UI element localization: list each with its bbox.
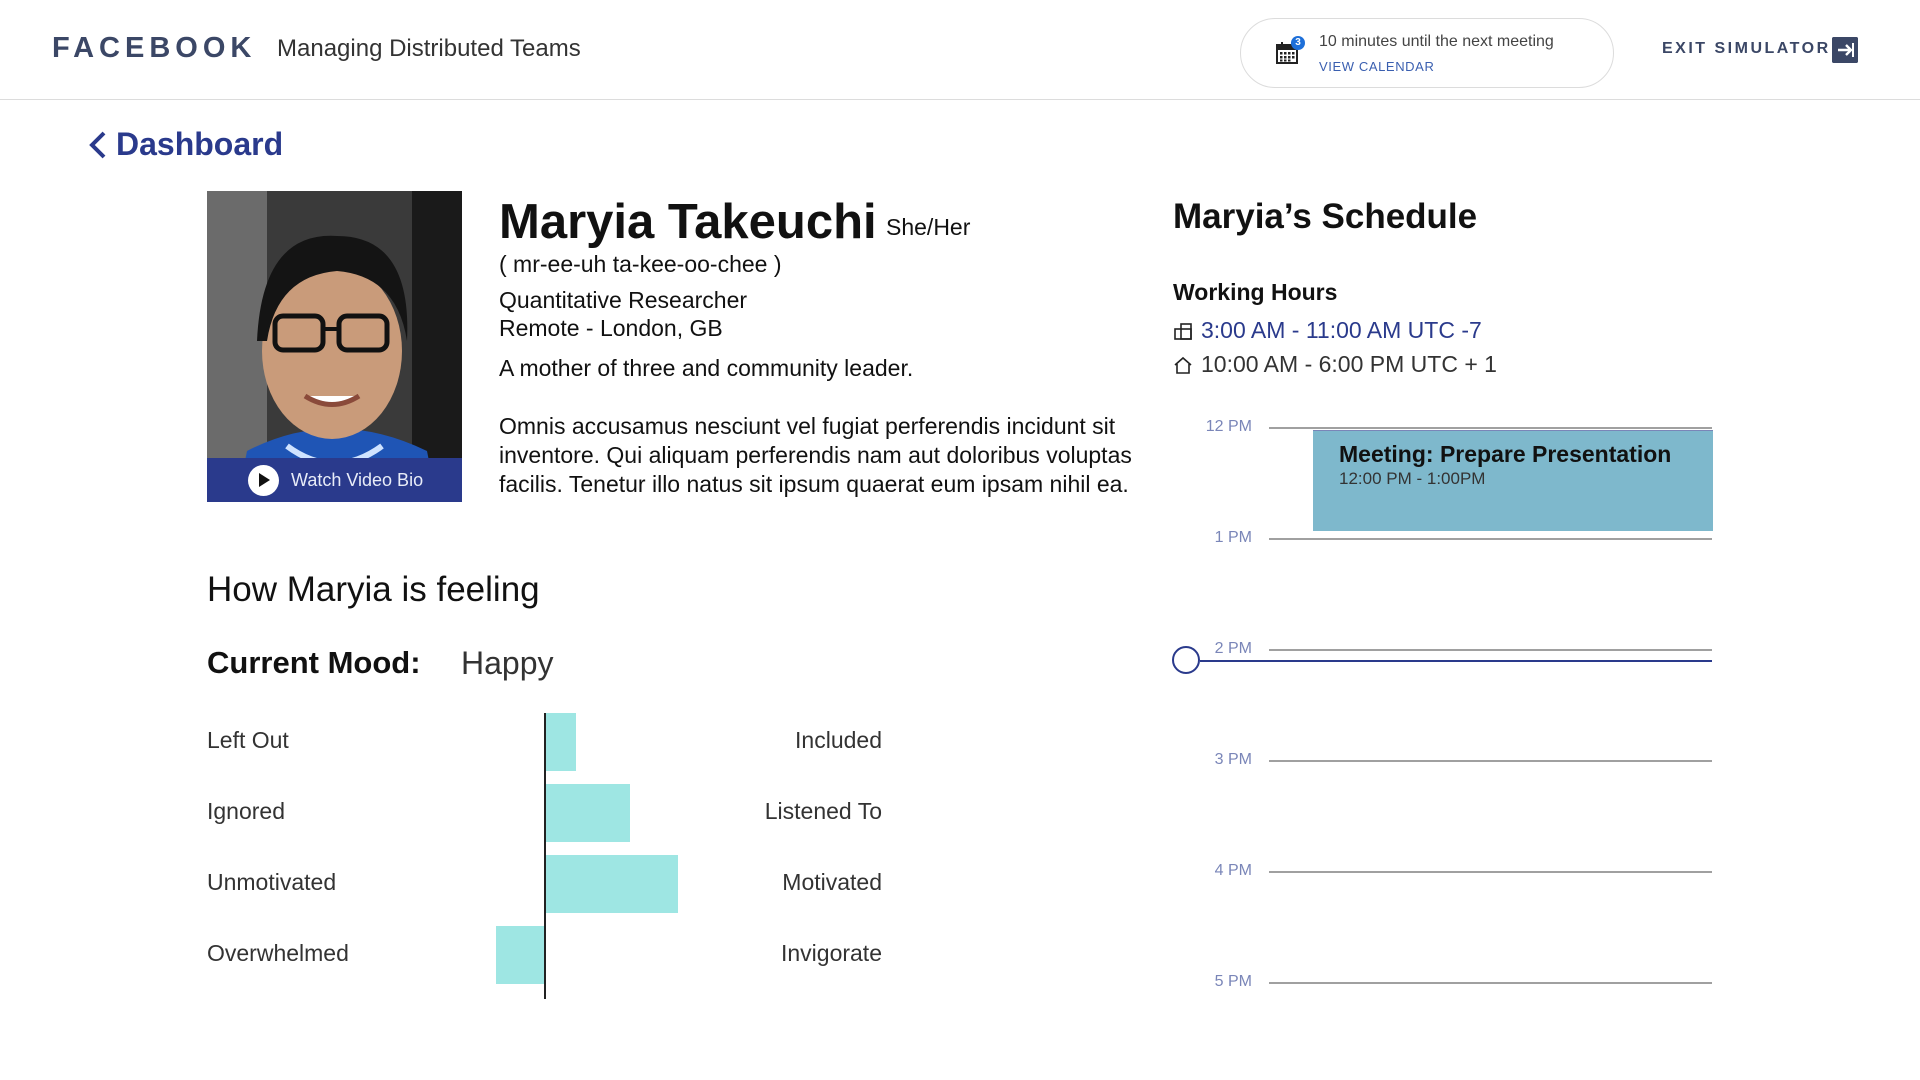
meeting-event[interactable]: Meeting: Prepare Presentation 12:00 PM -… bbox=[1313, 430, 1713, 531]
hour-label: 5 PM bbox=[1214, 973, 1252, 990]
profile-name: Maryia Takeuchi bbox=[499, 195, 877, 249]
current-time-line bbox=[1200, 660, 1712, 663]
exit-simulator-button[interactable]: EXIT SIMULATOR bbox=[1662, 40, 1831, 58]
scale-left-label: Overwhelmed bbox=[207, 940, 349, 966]
schedule-heading: Maryia’s Schedule bbox=[1173, 197, 1478, 236]
hour-label: 1 PM bbox=[1214, 529, 1252, 546]
meeting-time: 12:00 PM - 1:00PM bbox=[1339, 469, 1486, 488]
play-icon bbox=[248, 464, 279, 496]
home-icon bbox=[1174, 356, 1192, 374]
hour-gridline bbox=[1269, 649, 1712, 651]
feeling-heading: How Maryia is feeling bbox=[207, 570, 540, 609]
scale-left-label: Ignored bbox=[207, 798, 286, 824]
view-calendar-link[interactable]: VIEW CALENDAR bbox=[1319, 59, 1434, 74]
profile-photo: Watch Video Bio bbox=[207, 191, 462, 502]
scale-right-label: Listened To bbox=[764, 798, 882, 824]
next-meeting-notice[interactable]: 3 10 minutes until the next meeting VIEW… bbox=[1240, 18, 1614, 88]
back-to-dashboard-link[interactable]: Dashboard bbox=[88, 126, 283, 163]
meeting-title: Meeting: Prepare Presentation bbox=[1339, 441, 1672, 467]
video-bio-label: Watch Video Bio bbox=[291, 469, 424, 490]
pronouns: She/Her bbox=[886, 214, 971, 240]
hour-gridline bbox=[1269, 982, 1712, 984]
top-bar: FACEBOOK Managing Distributed Teams 3 10… bbox=[0, 0, 1920, 100]
mood-axis-line bbox=[544, 713, 546, 999]
hour-gridline bbox=[1269, 760, 1712, 762]
app-title: Managing Distributed Teams bbox=[277, 35, 581, 62]
office-hours: 3:00 AM - 11:00 AM UTC -7 bbox=[1173, 317, 1482, 344]
hour-label: 4 PM bbox=[1214, 862, 1252, 879]
hour-gridline bbox=[1269, 427, 1712, 429]
name-pronunciation: ( mr-ee-uh ta-kee-oo-chee ) bbox=[499, 251, 782, 277]
scale-right-label: Invigorate bbox=[780, 940, 882, 966]
mood-bar bbox=[496, 926, 544, 984]
home-hours-text: 10:00 AM - 6:00 PM UTC + 1 bbox=[1201, 351, 1497, 377]
hour-gridline bbox=[1269, 538, 1712, 540]
tagline: A mother of three and community leader. bbox=[499, 355, 914, 381]
location: Remote - London, GB bbox=[499, 315, 723, 341]
notification-badge: 3 bbox=[1291, 36, 1305, 50]
working-hours-heading: Working Hours bbox=[1173, 279, 1338, 305]
current-mood-value: Happy bbox=[461, 645, 554, 681]
meeting-countdown: 10 minutes until the next meeting bbox=[1319, 33, 1554, 50]
portrait-image bbox=[207, 191, 462, 502]
mood-bar bbox=[546, 784, 630, 842]
hour-label: 3 PM bbox=[1214, 751, 1252, 768]
scale-right-label: Motivated bbox=[782, 869, 882, 895]
brand-logo[interactable]: FACEBOOK bbox=[52, 32, 256, 65]
hour-label: 2 PM bbox=[1214, 640, 1252, 657]
hour-gridline bbox=[1269, 871, 1712, 873]
scale-left-label: Unmotivated bbox=[207, 869, 337, 895]
scale-left-label: Left Out bbox=[207, 727, 289, 753]
mood-bar bbox=[546, 713, 576, 771]
watch-video-bio-button[interactable]: Watch Video Bio bbox=[207, 458, 462, 502]
hour-label: 12 PM bbox=[1205, 418, 1252, 435]
mood-bar bbox=[546, 855, 678, 913]
chevron-left-icon bbox=[89, 131, 106, 158]
office-hours-text: 3:00 AM - 11:00 AM UTC -7 bbox=[1201, 317, 1482, 343]
job-title: Quantitative Researcher bbox=[499, 287, 748, 313]
scale-right-label: Included bbox=[795, 727, 882, 753]
office-building-icon bbox=[1174, 322, 1192, 340]
exit-arrow-icon[interactable] bbox=[1832, 37, 1858, 63]
current-time-marker bbox=[1172, 646, 1200, 675]
home-hours: 10:00 AM - 6:00 PM UTC + 1 bbox=[1173, 351, 1497, 378]
bio-text: Omnis accusamus nesciunt vel fugiat perf… bbox=[499, 413, 1132, 497]
current-mood-label: Current Mood: bbox=[207, 645, 421, 680]
back-label: Dashboard bbox=[116, 126, 284, 162]
